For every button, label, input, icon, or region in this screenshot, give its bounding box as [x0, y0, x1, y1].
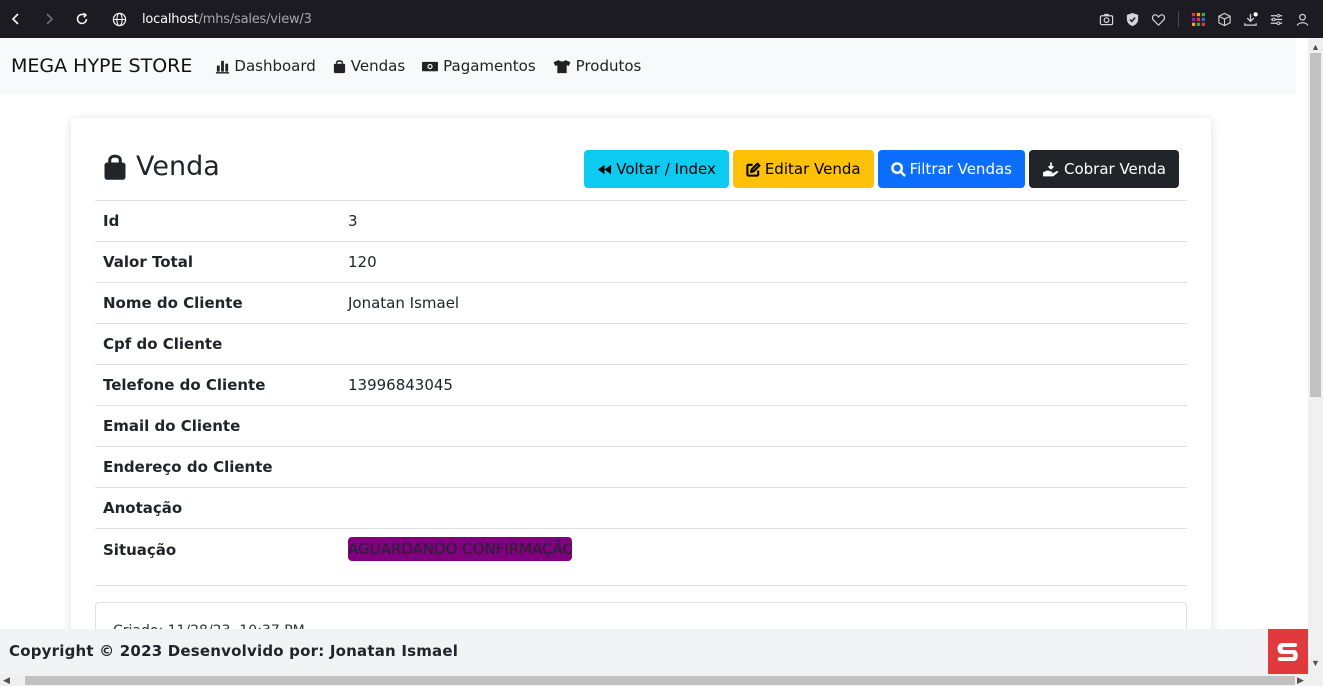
bar-chart-icon	[216, 60, 230, 74]
menu-icon[interactable]	[1263, 7, 1289, 31]
detail-value: 3	[348, 212, 358, 230]
camera-icon[interactable]	[1093, 7, 1119, 31]
page-footer: Copyright © 2023 Desenvolvido por: Jonat…	[0, 629, 1308, 674]
nav-link-label: Pagamentos	[443, 57, 536, 75]
nav-link-label: Produtos	[575, 57, 642, 75]
forward-icon[interactable]	[38, 8, 60, 30]
address-bar[interactable]: localhost/mhs/sales/view/3	[142, 12, 312, 27]
page-viewport: MEGA HYPE STORE Dashboard Vendas Pagamen…	[0, 38, 1308, 674]
money-bill-icon	[422, 61, 439, 71]
detail-row-client-phone: Telefone do Cliente 13996843045	[95, 365, 1187, 406]
detail-label: Situação	[103, 541, 177, 559]
nav-link-vendas[interactable]: Vendas	[332, 57, 405, 75]
edit-sale-button[interactable]: Editar Venda	[732, 150, 874, 188]
detail-value: Jonatan Ismael	[348, 294, 460, 312]
shield-icon[interactable]	[1119, 7, 1145, 31]
detail-label: Email do Cliente	[103, 417, 241, 435]
vertical-scroll-thumb[interactable]	[1310, 53, 1321, 397]
hand-holding-money-icon	[1043, 161, 1059, 176]
detail-label: Endereço do Cliente	[103, 458, 273, 476]
nav-link-produtos[interactable]: Produtos	[552, 57, 642, 75]
filter-sales-button[interactable]: Filtrar Vendas	[877, 150, 1025, 188]
url-path: /mhs/sales/view/3	[198, 11, 312, 27]
nav-link-label: Dashboard	[234, 57, 316, 75]
apps-grid-icon[interactable]	[1185, 7, 1211, 31]
detail-label: Telefone do Cliente	[103, 376, 266, 394]
detail-row-status: Situação AGUARDANDO CONFIRMAÇÃO	[95, 529, 1187, 586]
scroll-down-icon[interactable]: ▼	[1308, 658, 1323, 668]
detail-row-client-email: Email do Cliente	[95, 406, 1187, 447]
page-title-text: Venda	[136, 151, 220, 182]
search-icon	[890, 161, 906, 177]
edit-icon	[746, 161, 761, 177]
url-host: localhost	[142, 11, 199, 27]
app-navbar: MEGA HYPE STORE Dashboard Vendas Pagamen…	[0, 38, 1296, 94]
nav-link-dashboard[interactable]: Dashboard	[215, 57, 316, 75]
button-label: Cobrar Venda	[1063, 160, 1166, 178]
copyright-text: Copyright © 2023 Desenvolvido por: Jonat…	[9, 642, 459, 660]
charge-sale-button[interactable]: Cobrar Venda	[1028, 150, 1179, 188]
scroll-left-icon[interactable]: ◀	[3, 674, 10, 686]
page-title: Venda	[103, 151, 220, 182]
shopping-bag-icon	[104, 154, 126, 180]
brand-logo-text[interactable]: MEGA HYPE STORE	[11, 55, 192, 77]
scrollbar-corner	[1308, 674, 1323, 686]
detail-value: 120	[348, 253, 377, 271]
detail-row-total: Valor Total 120	[95, 242, 1187, 283]
detail-row-client-cpf: Cpf do Cliente	[95, 324, 1187, 365]
heart-icon[interactable]	[1145, 7, 1171, 31]
detail-row-client-address: Endereço do Cliente	[95, 447, 1187, 488]
detail-label: Anotação	[103, 499, 183, 517]
sale-details-table: Id 3 Valor Total 120 Nome do Cliente Jon…	[95, 200, 1187, 586]
back-to-index-button[interactable]: Voltar / Index	[584, 150, 729, 188]
detail-value: 13996843045	[348, 376, 453, 394]
horizontal-scrollbar[interactable]: ◀ ▶	[0, 674, 1308, 686]
detail-label: Valor Total	[103, 253, 193, 271]
action-buttons: Voltar / Index Editar Venda Filtrar Vend…	[584, 150, 1179, 188]
scroll-up-icon[interactable]: ▲	[1308, 42, 1323, 52]
scroll-right-icon[interactable]: ▶	[1297, 674, 1304, 686]
backward-icon	[598, 164, 612, 174]
back-icon[interactable]	[5, 8, 27, 30]
profile-icon[interactable]	[1289, 7, 1315, 31]
download-icon[interactable]	[1237, 7, 1263, 31]
sale-detail-card: Venda Voltar / Index Editar Venda Filtra…	[71, 118, 1211, 674]
detail-row-client-name: Nome do Cliente Jonatan Ismael	[95, 283, 1187, 324]
globe-icon[interactable]	[110, 10, 128, 28]
vertical-scrollbar[interactable]: ▲ ▼	[1308, 38, 1323, 674]
button-label: Filtrar Vendas	[909, 160, 1012, 178]
detail-label: Id	[103, 212, 120, 230]
cube-icon[interactable]	[1211, 7, 1237, 31]
horizontal-scroll-thumb[interactable]	[25, 676, 1295, 685]
detail-row-id: Id 3	[95, 201, 1187, 242]
detail-label: Cpf do Cliente	[103, 335, 223, 353]
detail-label: Nome do Cliente	[103, 294, 243, 312]
reload-icon[interactable]	[71, 8, 93, 30]
browser-toolbar: localhost/mhs/sales/view/3	[0, 0, 1323, 38]
shopping-bag-icon	[333, 59, 345, 73]
detail-row-note: Anotação	[95, 488, 1187, 529]
nav-link-label: Vendas	[350, 57, 406, 75]
nav-link-pagamentos[interactable]: Pagamentos	[421, 57, 536, 75]
extension-logo-icon[interactable]	[1268, 629, 1308, 674]
status-badge: AGUARDANDO CONFIRMAÇÃO	[348, 537, 572, 561]
button-label: Voltar / Index	[616, 160, 716, 178]
button-label: Editar Venda	[764, 160, 861, 178]
separator	[1171, 7, 1185, 31]
tshirt-icon	[553, 59, 571, 73]
